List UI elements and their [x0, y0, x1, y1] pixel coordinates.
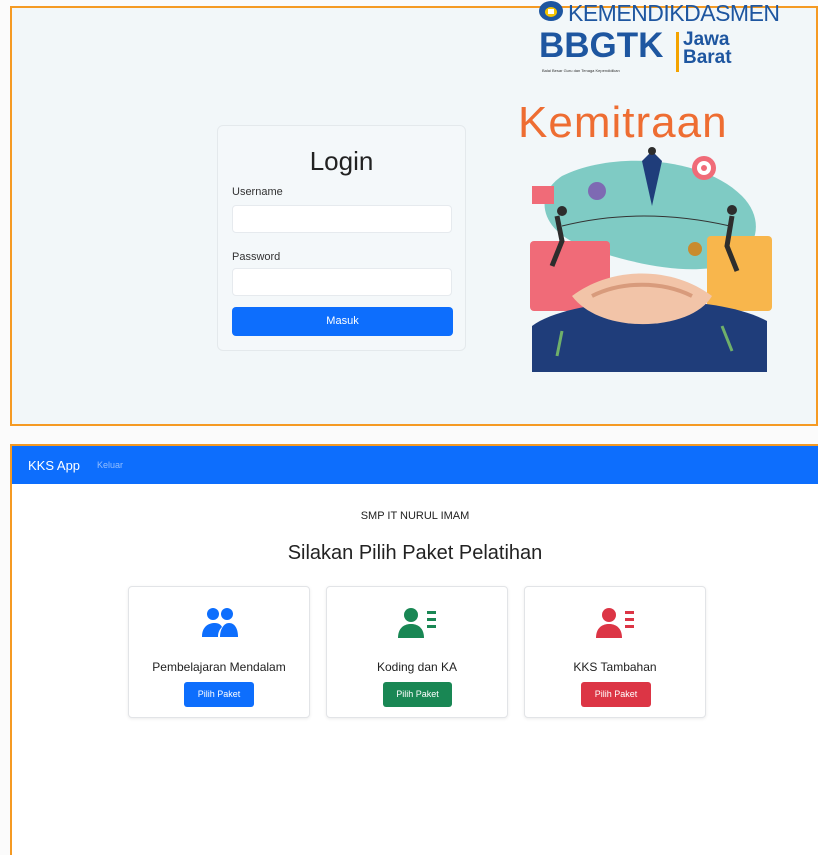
password-input[interactable]	[232, 268, 452, 296]
masuk-button[interactable]: Masuk	[232, 307, 453, 336]
ministry-name: KEMENDIKDASMEN	[568, 0, 780, 26]
package-title: Pembelajaran Mendalam	[152, 660, 286, 674]
region-name: Jawa Barat	[683, 30, 732, 68]
ministry-logo	[539, 1, 563, 21]
org-name: BBGTK	[539, 26, 664, 65]
navbar: KKS App Keluar	[12, 446, 818, 484]
users-icon	[202, 608, 238, 637]
page-heading: Silakan Pilih Paket Pelatihan	[287, 542, 543, 564]
user-list-icon	[398, 608, 436, 638]
navbar-brand[interactable]: KKS App	[28, 458, 80, 473]
login-title: Login	[309, 146, 374, 176]
logout-link[interactable]: Keluar	[97, 460, 123, 470]
package-card: Pembelajaran Mendalam Pilih Paket	[128, 586, 310, 718]
username-label: Username	[232, 186, 283, 198]
tagline: Kemitraan	[518, 98, 728, 147]
package-title: Koding dan KA	[376, 660, 458, 674]
package-card: Koding dan KA Pilih Paket	[326, 586, 508, 718]
package-card: KKS Tambahan Pilih Paket	[524, 586, 706, 718]
package-screen: KKS App Keluar SMP IT NURUL IMAM Silakan…	[10, 444, 818, 855]
username-input[interactable]	[232, 205, 452, 233]
region-line2: Barat	[683, 47, 732, 68]
login-screen: Login Username Password Masuk KEMENDIKDA…	[10, 0, 818, 426]
login-card: Login Username Password Masuk	[217, 125, 466, 351]
org-full-name: Balai Besar Guru dan Tenaga Kependidikan	[542, 68, 620, 73]
package-title: KKS Tambahan	[573, 660, 657, 674]
partnership-illustration	[530, 147, 772, 372]
user-list-icon	[596, 608, 634, 638]
pilih-paket-button[interactable]: Pilih Paket	[581, 682, 651, 707]
password-label: Password	[232, 251, 281, 263]
school-name: SMP IT NURUL IMAM	[360, 510, 470, 522]
pilih-paket-button[interactable]: Pilih Paket	[184, 682, 254, 707]
brand-separator	[676, 32, 679, 72]
pilih-paket-button[interactable]: Pilih Paket	[383, 682, 452, 707]
